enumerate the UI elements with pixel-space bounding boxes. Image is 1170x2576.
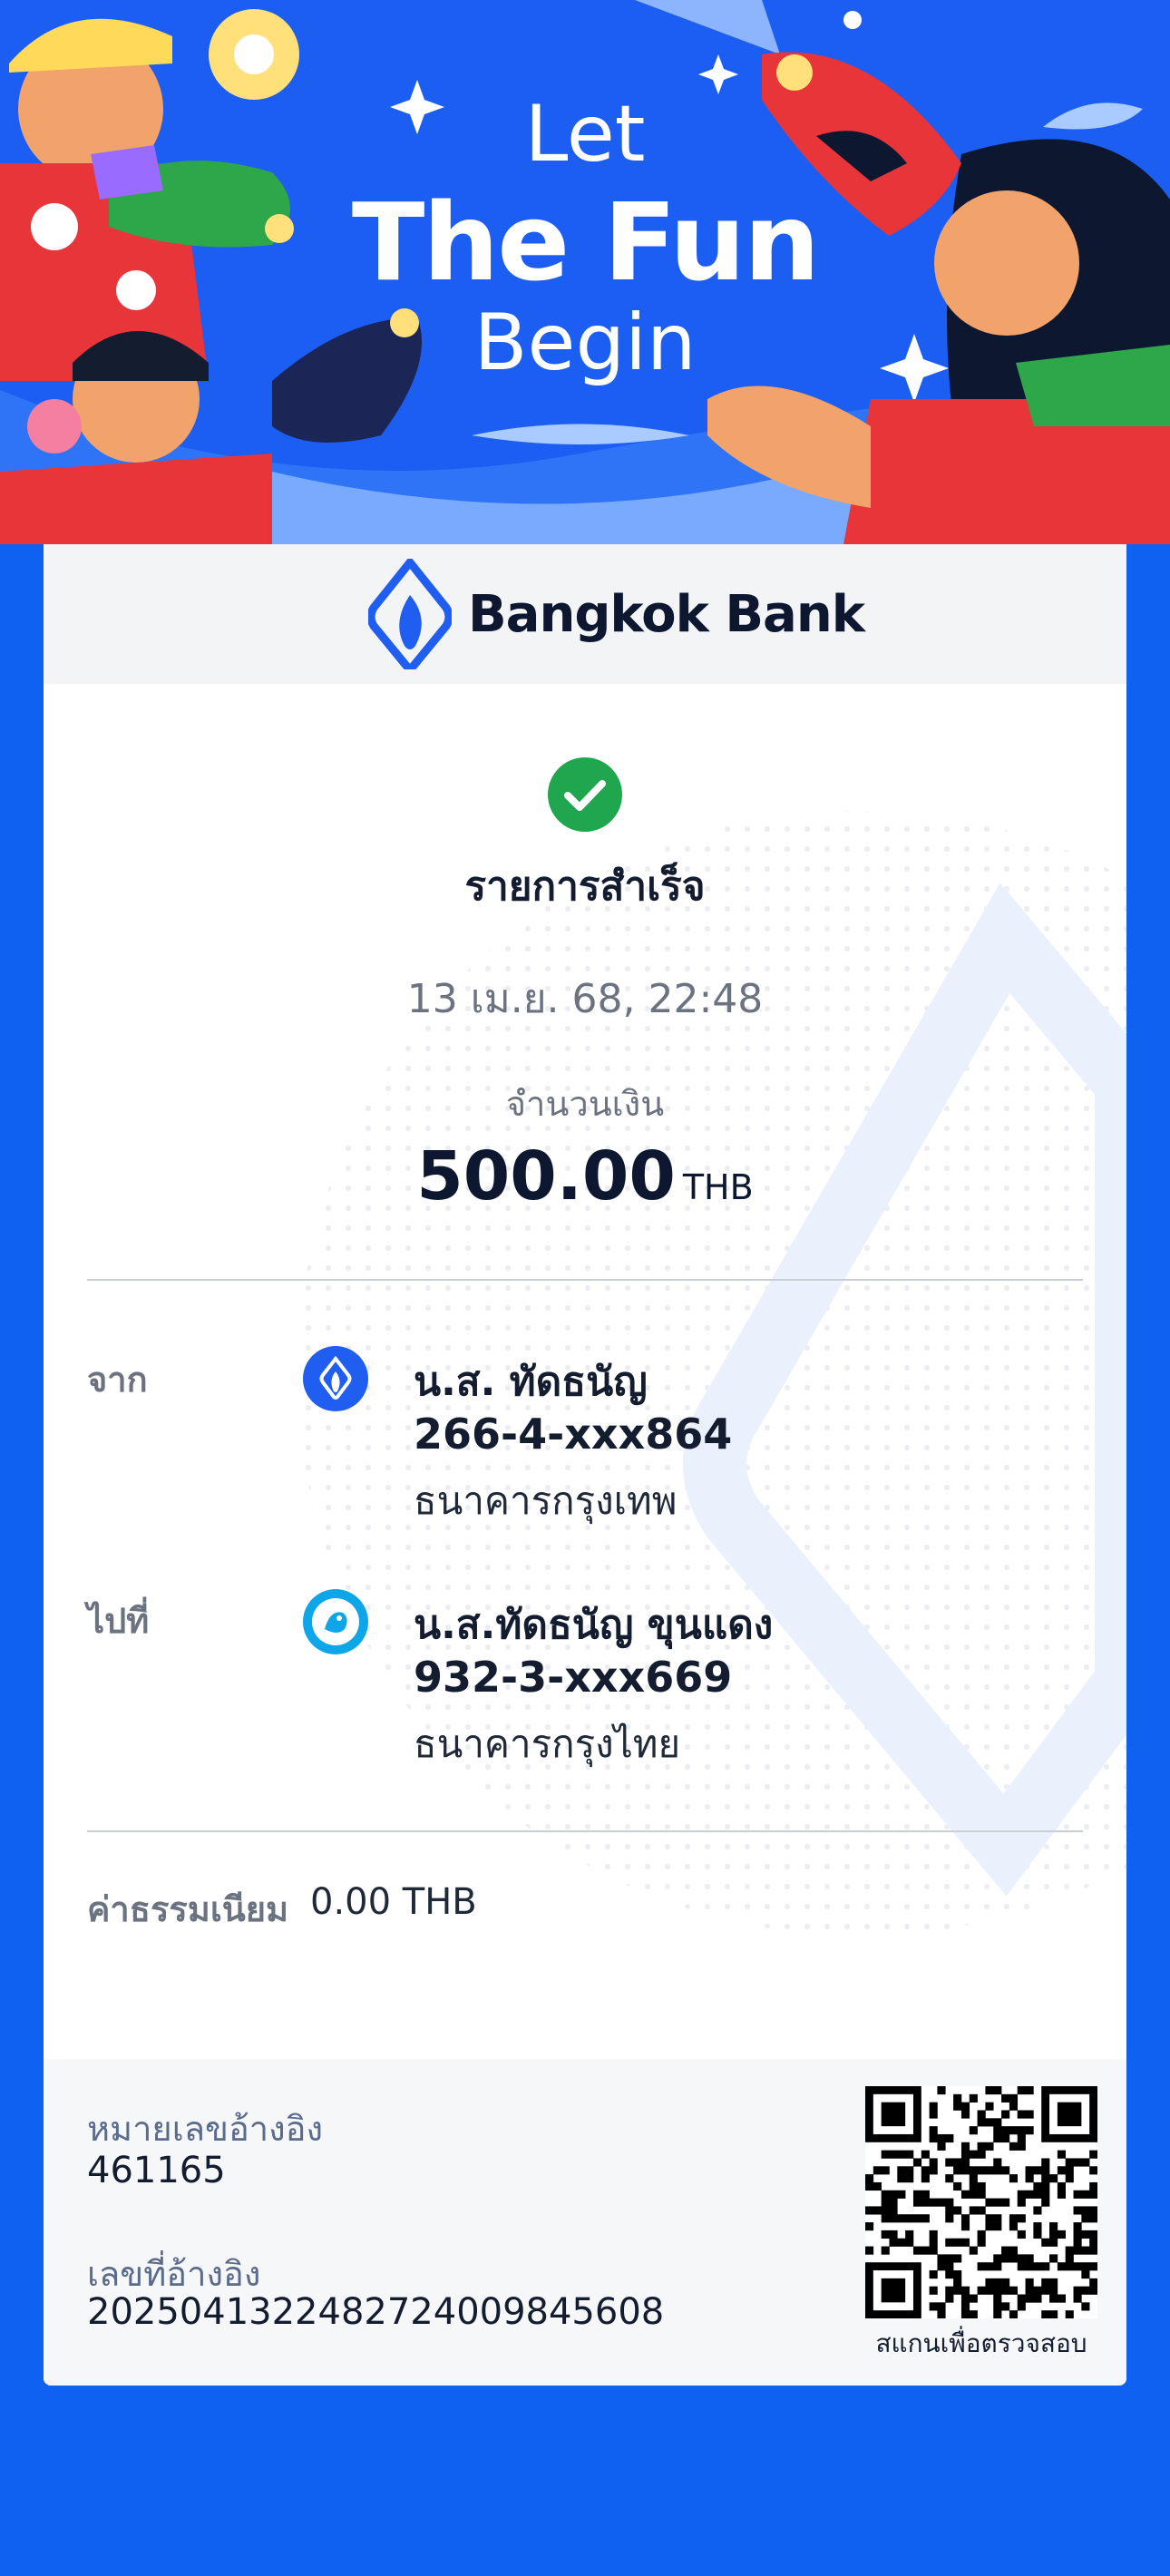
- banner-illustration: [0, 0, 1170, 544]
- from-name: น.ส. ทัดธนัญ: [414, 1359, 648, 1405]
- amount-value: 500.00: [416, 1137, 676, 1215]
- status-text: รายการสำเร็จ: [464, 864, 706, 910]
- divider-top: [87, 1279, 1083, 1281]
- card-header: Bangkok Bank: [44, 544, 1126, 684]
- to-name: น.ส.ทัดธนัญ ขุนแดง: [414, 1602, 774, 1648]
- to-account: 932-3-xxx669: [414, 1653, 733, 1702]
- fee-value: 0.00 THB: [310, 1881, 477, 1923]
- bangkok-bank-logo-icon: [368, 559, 452, 669]
- reference-number-label: หมายเลขอ้างอิง: [87, 2109, 324, 2149]
- to-bank: ธนาคารกรุงไทย: [414, 1722, 681, 1766]
- reference-number-value: 461165: [87, 2150, 226, 2191]
- brand-logo: Bangkok Bank: [368, 559, 865, 669]
- transaction-datetime: 13 เม.ย. 68, 22:48: [406, 976, 764, 1022]
- transaction-ref-value: 20250413224827240098456​08: [87, 2291, 665, 2333]
- receipt-card: Bangkok Bank รายการสำเร็จ 13 เม.ย. 68, 2…: [44, 544, 1126, 2386]
- promo-banner: Let The Fun Begin: [0, 0, 1170, 544]
- brand-name: Bangkok Bank: [468, 584, 865, 644]
- to-label: ไปที่: [87, 1601, 150, 1641]
- divider-bottom: [87, 1830, 1083, 1832]
- from-label: จาก: [87, 1360, 148, 1400]
- reference-panel: หมายเลขอ้างอิง 461165 เลขที่อ้างอิง 2025…: [44, 2059, 1126, 2386]
- amount-label: จำนวนเงิน: [505, 1084, 665, 1124]
- fee-label: ค่าธรรมเนียม: [87, 1889, 289, 1929]
- qr-caption: สแกนเพื่อตรวจสอบ: [875, 2328, 1087, 2358]
- amount-currency: THB: [682, 1167, 754, 1207]
- krungthai-bank-icon: [303, 1589, 368, 1654]
- from-bank: ธนาคารกรุงเทพ: [414, 1478, 678, 1523]
- from-account: 266-4-xxx864: [414, 1410, 733, 1459]
- amount-row: 500.00 THB: [44, 1137, 1126, 1215]
- success-check-icon: [548, 757, 622, 832]
- qr-code[interactable]: [865, 2086, 1097, 2318]
- bangkok-bank-icon: [303, 1346, 368, 1411]
